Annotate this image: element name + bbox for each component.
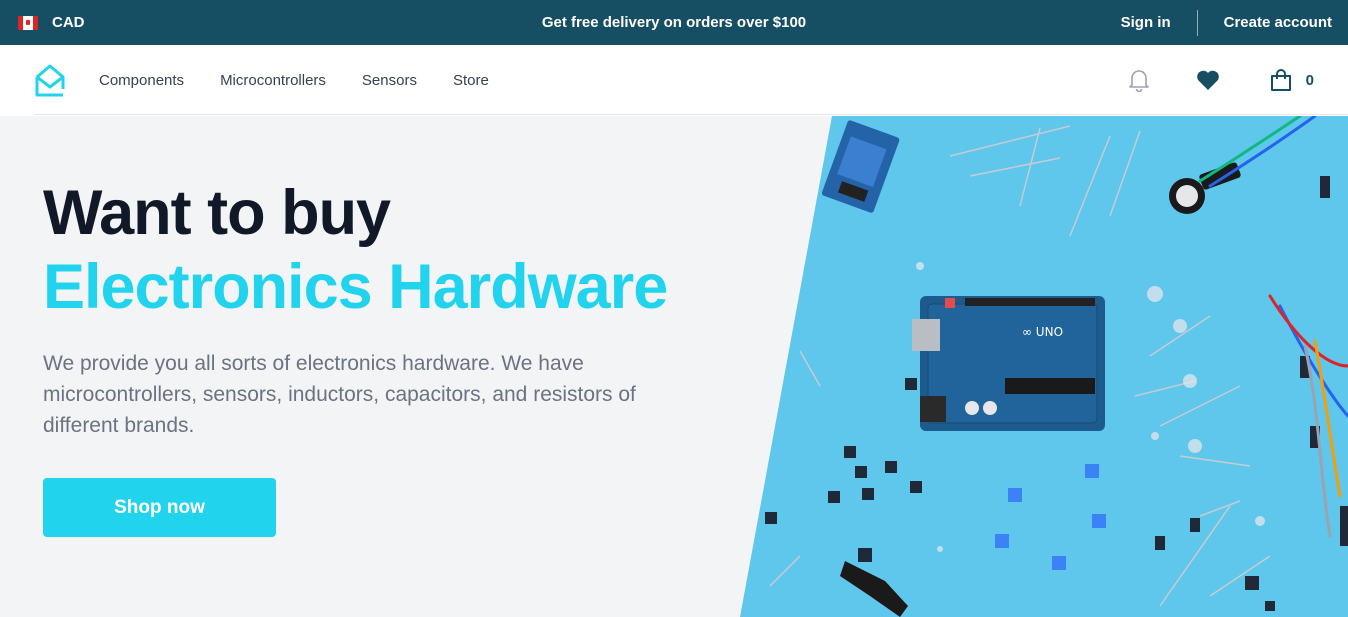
hero-description: We provide you all sorts of electronics …	[43, 352, 636, 437]
create-account-link[interactable]: Create account	[1224, 14, 1332, 31]
navbar-divider	[34, 114, 1348, 115]
shopping-bag-icon	[1270, 69, 1291, 91]
sign-in-link[interactable]: Sign in	[1121, 14, 1171, 31]
nav-link-components[interactable]: Components	[99, 72, 184, 89]
main-navbar: Components Microcontrollers Sensors Stor…	[0, 45, 1348, 115]
hero-text: Want to buy Electronics Hardware We prov…	[43, 176, 723, 441]
nav-link-sensors[interactable]: Sensors	[362, 72, 417, 89]
announcement-bar: CAD Get free delivery on orders over $10…	[0, 0, 1348, 45]
hero-title-line1: Want to buy	[43, 178, 391, 248]
hero-section: Want to buy Electronics Hardware We prov…	[0, 116, 1348, 617]
cart-count: 0	[1305, 71, 1314, 89]
account-links: Sign in Create account	[1121, 0, 1332, 45]
bell-icon[interactable]	[1128, 68, 1150, 92]
shop-now-button[interactable]: Shop now	[43, 478, 276, 537]
envelope-logo-icon[interactable]	[34, 63, 66, 99]
nav-link-store[interactable]: Store	[453, 72, 489, 89]
electronics-hero-image: ∞ UNO	[740, 116, 1348, 617]
cart-button[interactable]: 0	[1270, 68, 1314, 92]
svg-text:∞ UNO: ∞ UNO	[1022, 325, 1063, 339]
nav-link-microcontrollers[interactable]: Microcontrollers	[220, 72, 326, 89]
divider	[1196, 9, 1198, 36]
hero-title-line2: Electronics Hardware	[43, 252, 668, 322]
hero-title: Want to buy Electronics Hardware	[43, 176, 723, 324]
heart-icon[interactable]	[1196, 69, 1220, 91]
nav-actions: 0	[1128, 45, 1314, 115]
primary-nav: Components Microcontrollers Sensors Stor…	[99, 45, 489, 115]
